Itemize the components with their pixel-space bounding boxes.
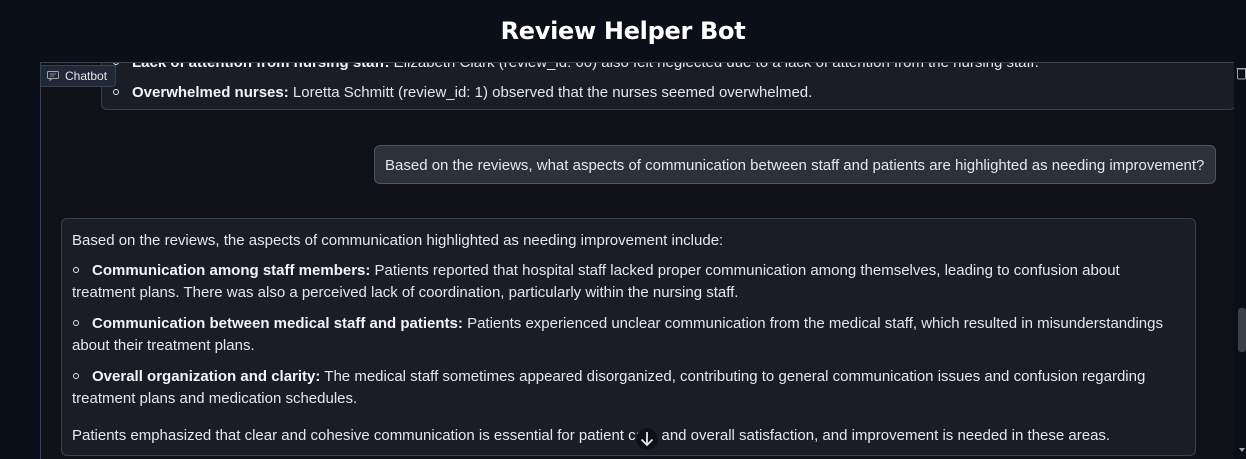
- bot-message: Lack of attention from nursing staff: El…: [101, 62, 1234, 110]
- chat-panel[interactable]: Lack of attention from nursing staff: El…: [40, 62, 1234, 459]
- list-item: Overwhelmed nurses: Loretta Schmitt (rev…: [112, 82, 1225, 105]
- list-item: Lack of attention from nursing staff: El…: [112, 62, 1225, 75]
- bullet-title: Overwhelmed nurses:: [132, 83, 289, 101]
- bullet-text: Loretta Schmitt (review_id: 1) observed …: [288, 83, 813, 101]
- bullet-title: Communication among staff members:: [92, 261, 371, 279]
- bullet-icon: [73, 266, 79, 273]
- arrow-down-icon: [640, 432, 654, 447]
- scrollbar-track[interactable]: [1234, 62, 1246, 459]
- scroll-to-bottom-button[interactable]: [636, 428, 658, 450]
- chatbot-label: Chatbot: [40, 65, 117, 87]
- trash-icon[interactable]: [1236, 66, 1246, 80]
- app-root: Review Helper Bot Lack of attention from…: [0, 0, 1246, 459]
- chat-bubble-icon: [47, 71, 59, 81]
- scrollbar-down-arrow-icon[interactable]: [1238, 446, 1246, 454]
- bot-message: Based on the reviews, the aspects of com…: [61, 218, 1196, 456]
- bullet-icon: [113, 88, 119, 95]
- list-item: Overall organization and clarity: The me…: [72, 366, 1185, 411]
- user-message: Based on the reviews, what aspects of co…: [374, 145, 1216, 184]
- bullet-icon: [73, 319, 79, 326]
- chatbot-label-text: Chatbot: [65, 69, 108, 83]
- list-item: Communication among staff members: Patie…: [72, 260, 1185, 305]
- bullet-text: Elizabeth Clark (review_id: 60) also fel…: [389, 62, 1039, 71]
- bullet-title: Overall organization and clarity:: [92, 367, 321, 385]
- reply-outro: Patients emphasized that clear and cohes…: [72, 426, 1111, 444]
- bullet-title: Communication between medical staff and …: [92, 314, 463, 332]
- bullet-title: Lack of attention from nursing staff:: [132, 62, 390, 71]
- bullet-icon: [73, 372, 79, 379]
- scrollbar-thumb[interactable]: [1238, 308, 1246, 352]
- list-item: Communication between medical staff and …: [72, 313, 1185, 358]
- reply-intro: Based on the reviews, the aspects of com…: [72, 232, 724, 249]
- page-title: Review Helper Bot: [500, 17, 746, 45]
